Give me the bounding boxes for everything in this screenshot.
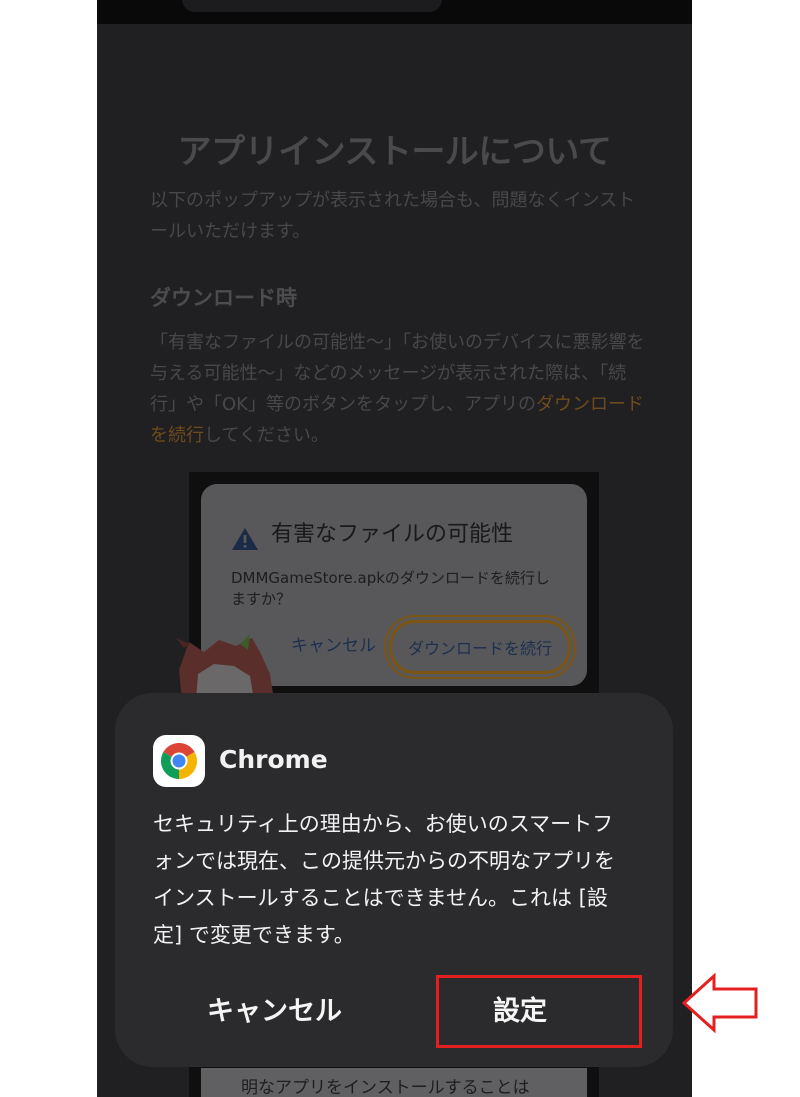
- download-text-suffix: してください。: [204, 425, 329, 446]
- pointer-arrow-icon: [681, 972, 758, 1034]
- settings-highlight-box: [436, 975, 642, 1048]
- sheet-message: セキュリティ上の理由から、お使いのスマートフォンでは現在、この提供元からの不明な…: [153, 812, 615, 947]
- page-title: アプリインストールについて: [177, 132, 612, 172]
- example-bottom-text: 明なアプリをインストールすることは: [241, 1078, 530, 1097]
- phone-screen: アプリインストールについて 以下のポップアップが表示された場合も、問題なくインス…: [97, 0, 692, 1097]
- character-illustration: [176, 634, 274, 700]
- example-bottom-panel: 明なアプリをインストールすることは: [201, 1068, 587, 1097]
- example-continue-button[interactable]: ダウンロードを続行: [389, 620, 571, 674]
- chrome-logo-icon: [153, 735, 205, 787]
- app-name: Chrome: [219, 745, 328, 774]
- example-dialog-title: 有害なファイルの可能性: [271, 522, 514, 547]
- example-cancel-button[interactable]: キャンセル: [291, 631, 376, 656]
- status-bar: [97, 0, 692, 24]
- intro-text: 以下のポップアップが表示された場合も、問題なくインストールいただけます。: [150, 190, 636, 242]
- download-text: 「有害なファイルの可能性〜」「お使いのデバイスに悪影響を与える可能性〜」などのメ…: [150, 327, 650, 451]
- top-pill: [182, 0, 442, 12]
- cancel-button[interactable]: キャンセル: [207, 989, 342, 1028]
- warning-icon: [232, 528, 258, 550]
- example-dialog-body: DMMGameStore.apkのダウンロードを続行しますか？: [231, 569, 550, 608]
- download-heading: ダウンロード時: [150, 286, 297, 310]
